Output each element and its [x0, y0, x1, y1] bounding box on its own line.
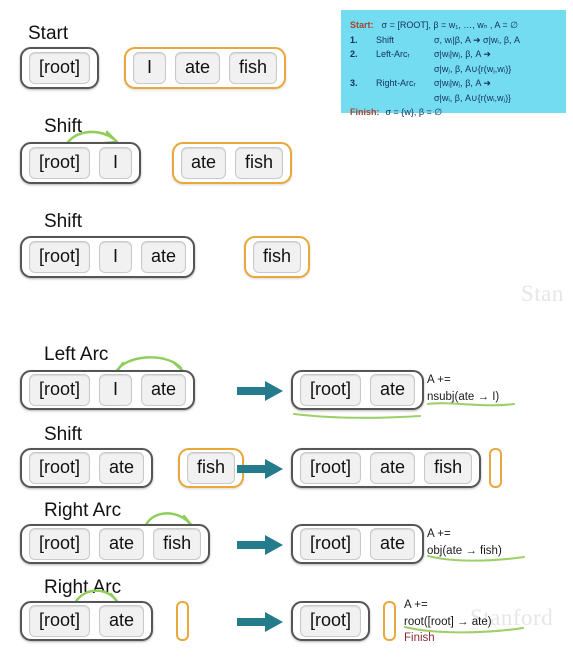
annotation-left-arc: A += nsubj(ate → I): [427, 372, 499, 405]
buffer-chip: I: [133, 52, 167, 84]
algorithm-step-operation: Left-Arcᵣ: [376, 49, 410, 60]
algorithm-finish-body: σ = {w}, β = ∅: [385, 107, 443, 118]
watermark-stanford-partial: Stan: [521, 281, 564, 306]
stack-box-right-arc-before: [root] ate fish: [20, 524, 211, 564]
buffer-box-shift-1: ate fish: [172, 142, 293, 184]
stack-chip: ate: [99, 452, 145, 484]
stack-chip: ate: [99, 528, 145, 560]
transition-arrow-icon: [237, 612, 284, 632]
algorithm-step-body: σ|wᵢ|wⱼ, β, A ➜: [434, 49, 491, 60]
algorithm-finish-row: Finish: σ = {w}, β = ∅: [350, 105, 557, 120]
algorithm-step-continuation-text: σ|wⱼ, β, A∪{r(wⱼ,wᵢ)}: [434, 63, 512, 74]
stack-box-right-arc-after: [root] ate: [291, 524, 425, 564]
step-label-left-arc: Left Arc: [44, 344, 109, 365]
stack-chip: I: [99, 147, 133, 179]
buffer-box-finish-before-empty: [176, 601, 189, 641]
annotation-right-arc: A += obj(ate → fish): [427, 526, 502, 559]
stack-chip: [root]: [29, 452, 91, 484]
buffer-chip: ate: [181, 147, 227, 179]
stack-box-finish-after: [root]: [291, 601, 371, 641]
annotation-finish: A += root([root] → ate) Finish: [404, 597, 492, 647]
stack-chip: [root]: [300, 528, 362, 560]
annotation-finish-label: Finish: [404, 632, 435, 645]
algorithm-step-row: 2. Left-Arcᵣ σ|wᵢ|wⱼ, β, A ➜: [350, 47, 557, 62]
buffer-box-shift-2: fish: [244, 236, 311, 278]
algorithm-step-continuation-text: σ|wᵢ, β, A∪{r(wᵢ,wⱼ)}: [434, 92, 512, 103]
algorithm-start-label: Start:: [350, 20, 374, 30]
buffer-chip: fish: [229, 52, 278, 84]
step-label-shift: Shift: [44, 211, 83, 232]
algorithm-step-operation: Right-Arcᵣ: [376, 78, 416, 89]
algorithm-step-row: 1. Shift σ, wᵢ|β, A ➜ σ|wᵢ, β, A: [350, 33, 557, 48]
stack-chip: I: [99, 374, 133, 406]
stack-box-finish-before: [root] ate: [20, 601, 154, 641]
stack-chip: I: [99, 241, 133, 273]
stack-chip: ate: [370, 374, 416, 406]
stack-chip: [root]: [29, 374, 91, 406]
transition-arrow-icon: [237, 459, 284, 479]
stack-chip: ate: [370, 452, 416, 484]
step-label-right-arc: Right Arc: [44, 577, 122, 598]
buffer-box-shift-after-empty: [489, 448, 502, 488]
stack-chip: ate: [99, 605, 145, 637]
buffer-box-finish-after-empty: [383, 601, 396, 641]
annotation-line-2: nsubj(ate → I): [427, 390, 500, 403]
underline-ink: [292, 411, 422, 420]
stack-chip: ate: [141, 374, 187, 406]
stack-chip: [root]: [29, 528, 91, 560]
algorithm-step-row: 3. Right-Arcᵣ σ|wᵢ|wⱼ, β, A ➜: [350, 76, 557, 91]
stack-chip: [root]: [29, 605, 91, 637]
transition-arrow-icon: [237, 381, 284, 401]
algorithm-panel: Start: σ = [ROOT], β = w₁, …, wₙ , A = ∅…: [341, 10, 566, 117]
annotation-line-1: A +=: [427, 528, 451, 540]
stack-box-shift-2: [root] I ate: [20, 236, 196, 278]
stack-chip: ate: [370, 528, 416, 560]
algorithm-step-body: σ|wᵢ|wⱼ, β, A ➜: [434, 78, 491, 89]
algorithm-start-row: Start: σ = [ROOT], β = w₁, …, wₙ , A = ∅: [350, 18, 557, 33]
algorithm-step-continuation: σ|wⱼ, β, A∪{r(wⱼ,wᵢ)}: [350, 62, 557, 77]
stack-chip: [root]: [300, 452, 362, 484]
algorithm-step-body: σ, wᵢ|β, A ➜ σ|wᵢ, β, A: [434, 34, 521, 45]
buffer-chip: ate: [175, 52, 221, 84]
buffer-chip: fish: [253, 241, 302, 273]
step-label-right-arc: Right Arc: [44, 500, 122, 521]
algorithm-step-number: 1.: [350, 34, 358, 45]
step-label-start: Start: [28, 23, 69, 44]
stack-chip: fish: [424, 452, 473, 484]
annotation-line-2: root([root] → ate): [404, 615, 492, 628]
stack-box-start: [root]: [20, 47, 100, 89]
stack-chip: fish: [153, 528, 202, 560]
step-label-shift: Shift: [44, 116, 83, 137]
algorithm-step-number: 2.: [350, 49, 358, 60]
stack-box-shift-before: [root] ate: [20, 448, 154, 488]
step-label-shift: Shift: [44, 424, 83, 445]
stack-box-left-arc-before: [root] I ate: [20, 370, 196, 410]
algorithm-start-body: σ = [ROOT], β = w₁, …, wₙ , A = ∅: [381, 20, 518, 30]
algorithm-step-continuation: σ|wᵢ, β, A∪{r(wᵢ,wⱼ)}: [350, 91, 557, 106]
stack-chip: [root]: [300, 374, 362, 406]
stack-chip: [root]: [300, 605, 362, 637]
algorithm-step-operation: Shift: [376, 34, 395, 45]
stack-box-left-arc-after: [root] ate: [291, 370, 425, 410]
stack-chip: [root]: [29, 241, 91, 273]
buffer-box-start: I ate fish: [124, 47, 287, 89]
buffer-box-shift-before: fish: [178, 448, 245, 488]
buffer-chip: fish: [187, 452, 236, 484]
stack-chip: ate: [141, 241, 187, 273]
transition-arrow-icon: [237, 535, 284, 555]
stack-box-shift-1: [root] I: [20, 142, 142, 184]
stack-box-shift-after: [root] ate fish: [291, 448, 482, 488]
algorithm-finish-label: Finish:: [350, 107, 380, 118]
stack-chip: [root]: [29, 147, 91, 179]
algorithm-step-number: 3.: [350, 78, 358, 89]
stack-chip: [root]: [29, 52, 91, 84]
buffer-chip: fish: [235, 147, 284, 179]
annotation-line-1: A +=: [427, 374, 451, 386]
annotation-line-1: A +=: [404, 599, 428, 611]
annotation-line-2: obj(ate → fish): [427, 544, 502, 557]
